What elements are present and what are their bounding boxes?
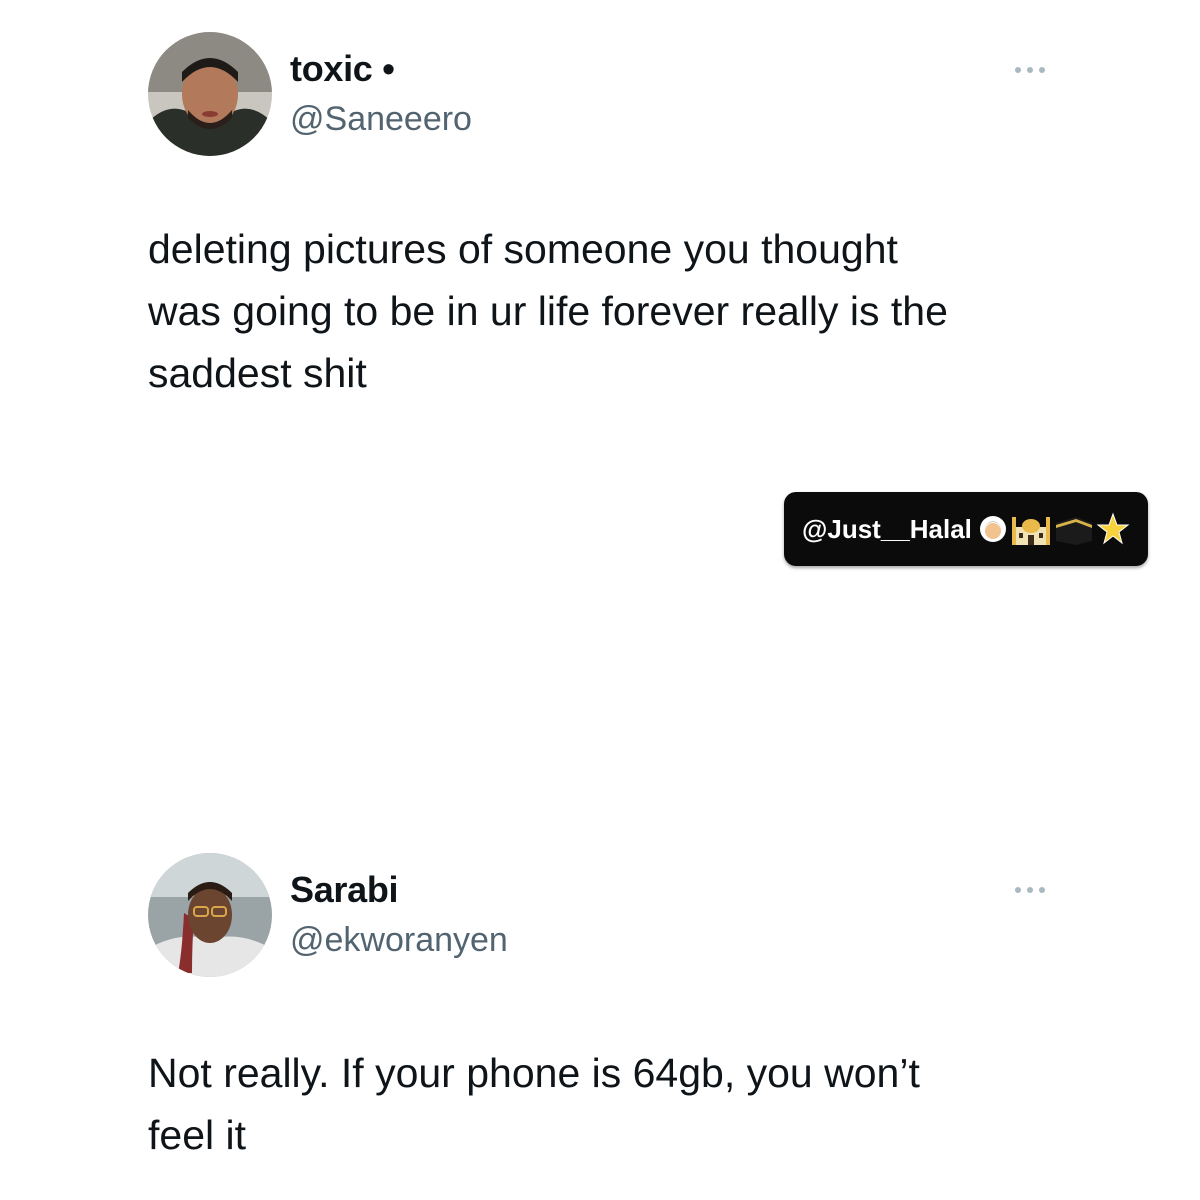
kaaba-emoji-icon xyxy=(1055,517,1092,545)
avatar[interactable] xyxy=(148,32,272,156)
more-horizontal-icon[interactable] xyxy=(1010,880,1054,900)
tweet-1: toxic • @Saneeero deleting pictures of s… xyxy=(0,0,1200,420)
display-name[interactable]: toxic • xyxy=(290,48,395,90)
display-name[interactable]: Sarabi xyxy=(290,869,399,911)
sparkle-star-icon xyxy=(1096,512,1130,545)
tweet-2: Sarabi @ekworanyen Not really. If your p… xyxy=(0,820,1200,1200)
tweet-text: Not really. If your phone is 64gb, you w… xyxy=(148,1050,920,1158)
watermark-emoji-group xyxy=(978,511,1130,547)
avatar[interactable] xyxy=(148,853,272,977)
watermark-badge: @Just__Halal xyxy=(784,492,1148,566)
mosque-emoji-icon xyxy=(1011,517,1050,545)
tweet-text: deleting pictures of someone you thought… xyxy=(148,226,948,396)
person-emoji-icon xyxy=(979,516,1006,542)
user-handle[interactable]: @Saneeero xyxy=(290,100,472,139)
watermark-text: @Just__Halal xyxy=(802,513,972,544)
user-handle[interactable]: @ekworanyen xyxy=(290,921,508,960)
more-horizontal-icon[interactable] xyxy=(1010,60,1054,80)
